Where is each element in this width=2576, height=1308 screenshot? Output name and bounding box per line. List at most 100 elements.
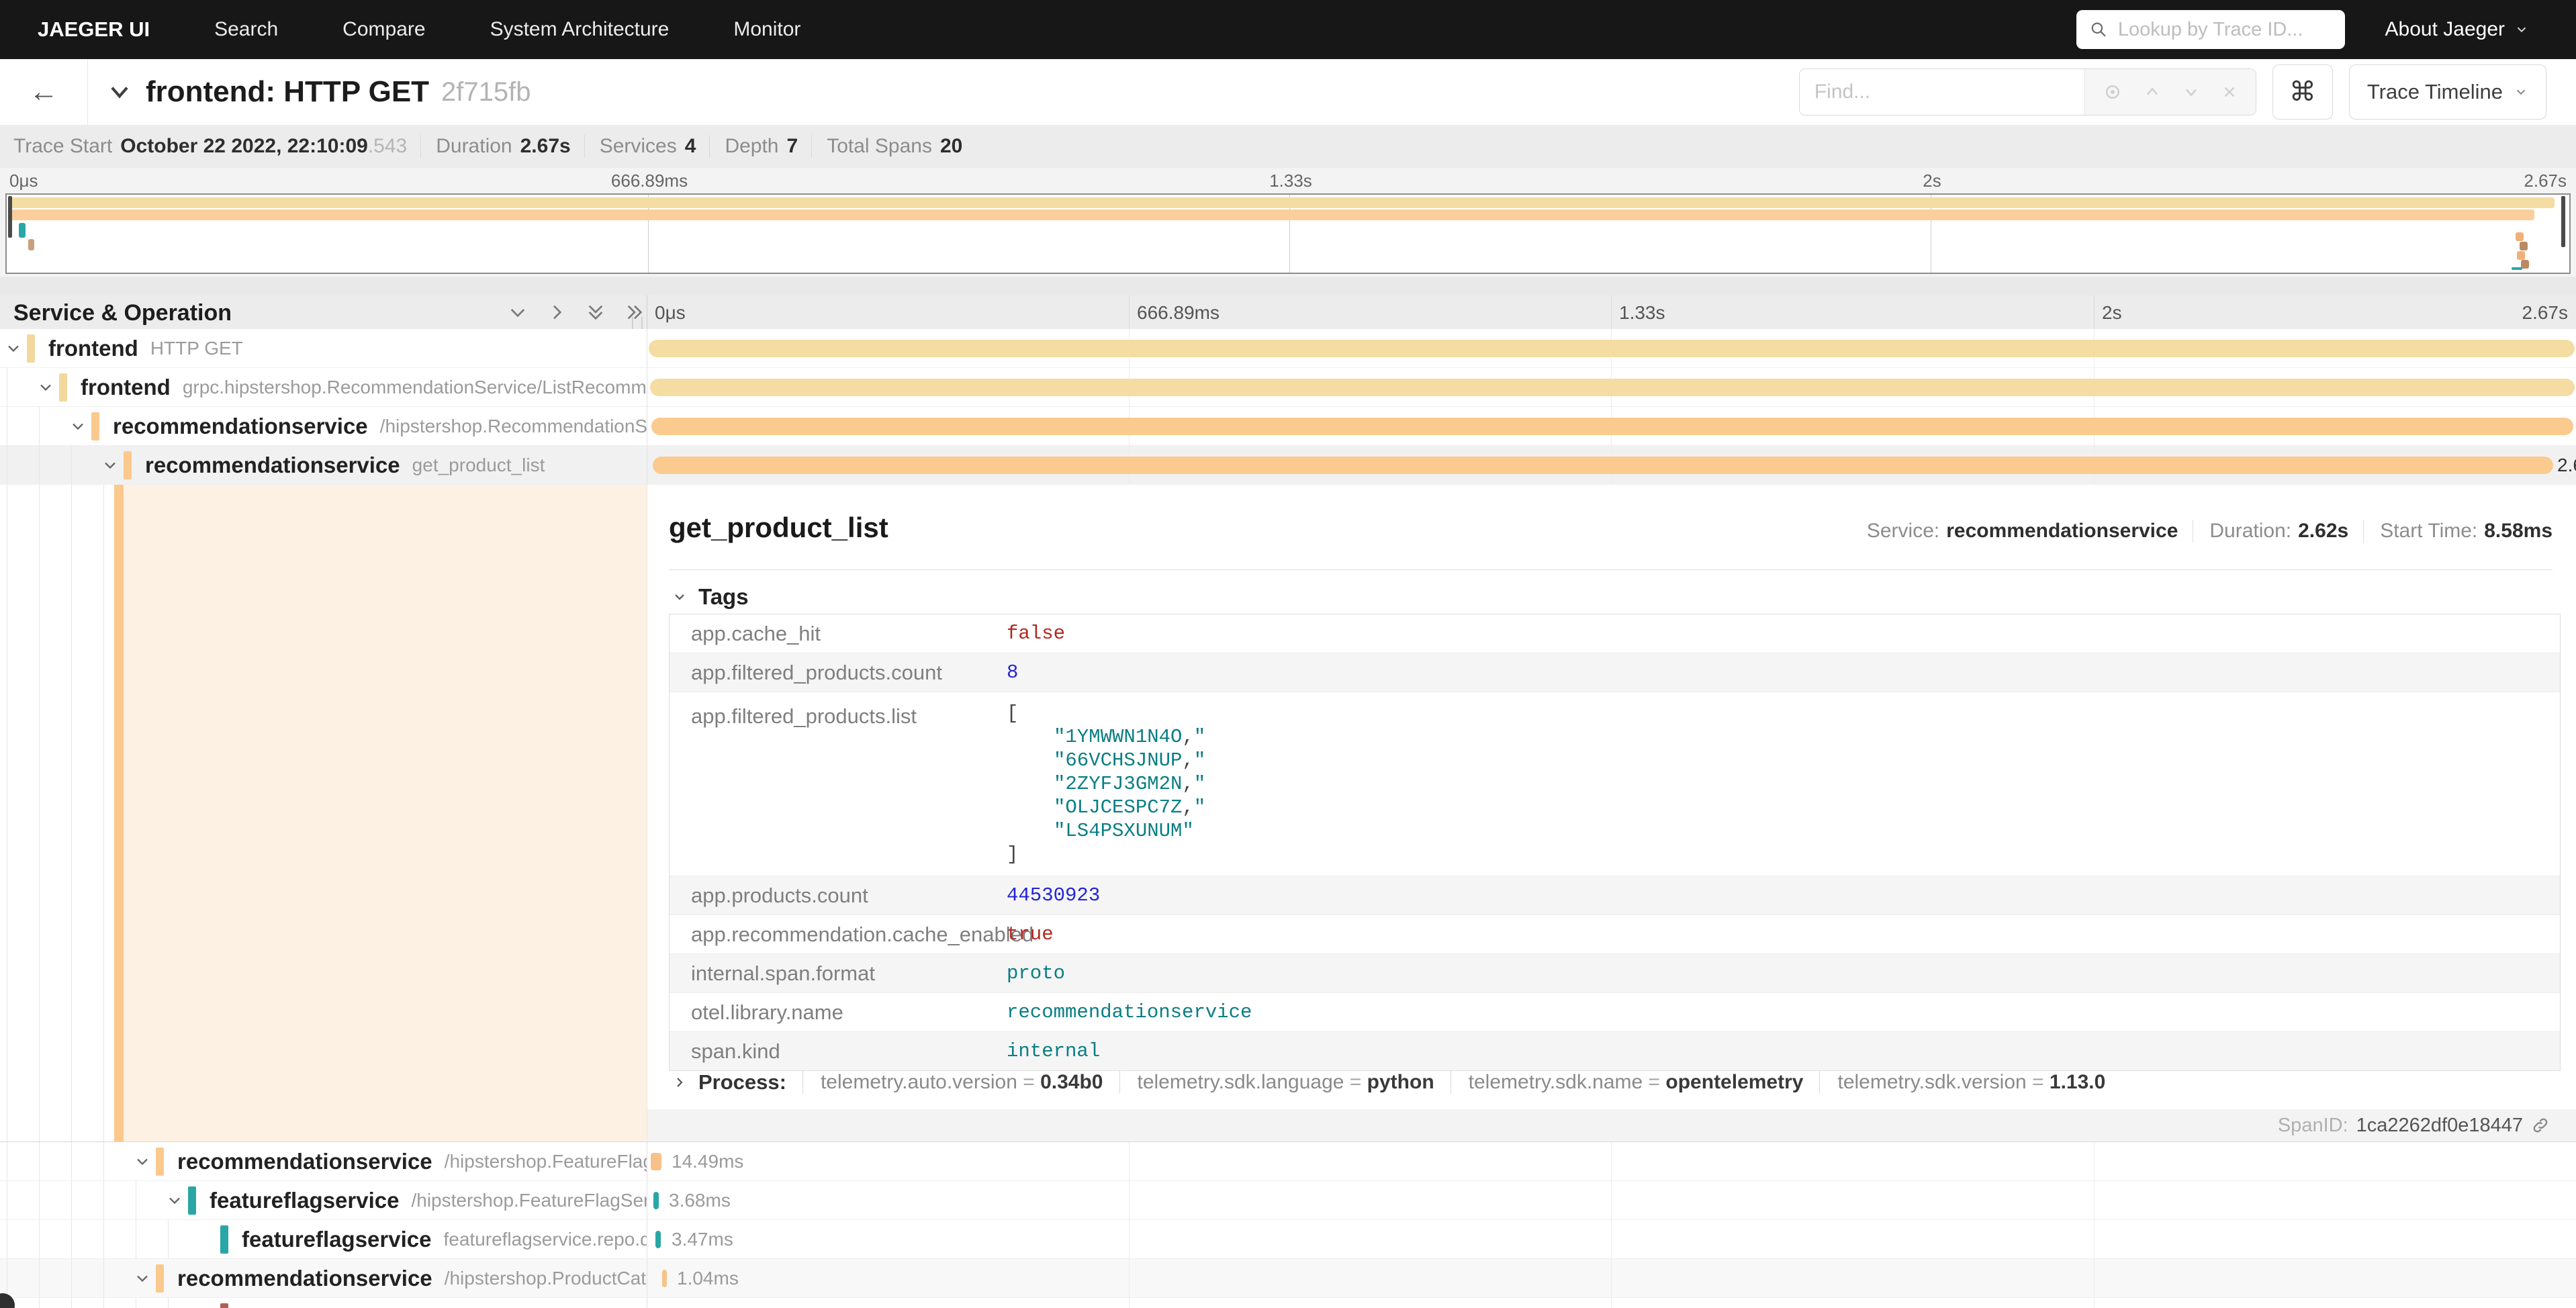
span-duration-bar[interactable]	[662, 1270, 667, 1287]
collapse-one-icon[interactable]	[507, 301, 528, 323]
minimap-tick-labels: 0μs 666.89ms 1.33s 2s 2.67s	[0, 168, 2576, 192]
span-duration-bar[interactable]	[650, 379, 2575, 396]
json-list-item: 1YMWWN1N4O	[1007, 725, 1205, 749]
chevron-down-icon[interactable]	[0, 339, 27, 358]
span-row-featureflag-repo-query[interactable]: featureflagservice featureflagservice.re…	[0, 1220, 2576, 1259]
chevron-down-icon[interactable]	[32, 378, 59, 397]
tags-section-toggle[interactable]: Tags	[672, 584, 749, 610]
operation-name: /hipstershop.RecommendationService/Lis..…	[380, 416, 647, 437]
span-timeline-cell[interactable]: 3.47ms	[647, 1220, 2576, 1258]
span-row-featureflag-rpc-client[interactable]: recommendationservice /hipstershop.Featu…	[0, 1142, 2576, 1181]
tags-table: app.cache_hit false app.filtered_product…	[669, 614, 2561, 1071]
tag-key: span.kind	[670, 1039, 1007, 1064]
process-section-toggle[interactable]: Process: telemetry.auto.version0.34b0 te…	[672, 1070, 2105, 1094]
span-row-frontend-http-get[interactable]: frontend HTTP GET	[0, 329, 2576, 368]
indent-guides	[0, 1142, 129, 1180]
timeline-tick: 1.33s	[1619, 302, 1665, 324]
timeline-tick: 666.89ms	[1137, 302, 1220, 324]
span-timeline-cell[interactable]: 1.04ms	[647, 1259, 2576, 1297]
span-operation-title: get_product_list	[669, 512, 888, 544]
json-list-item: OLJCESPC7Z	[1007, 796, 1205, 819]
collapse-all-icon[interactable]	[585, 301, 606, 323]
span-color-chip	[27, 334, 35, 363]
tag-key: app.cache_hit	[670, 622, 1007, 646]
span-duration-bar[interactable]	[651, 418, 2573, 435]
span-row-partial[interactable]	[0, 1298, 2576, 1308]
find-input[interactable]	[1800, 69, 2084, 115]
minimap-right-drag-handle[interactable]	[2561, 196, 2565, 247]
tag-value: true	[1007, 923, 1054, 945]
span-row-productcatalog-rpc[interactable]: recommendationservice /hipstershop.Produ…	[0, 1259, 2576, 1298]
chevron-down-icon[interactable]	[129, 1152, 156, 1171]
about-jaeger-menu[interactable]: About Jaeger	[2385, 18, 2529, 41]
span-duration-bar[interactable]	[653, 457, 2553, 474]
chevron-down-icon[interactable]	[129, 1269, 156, 1288]
span-duration-bar[interactable]	[649, 340, 2575, 357]
span-timeline-cell[interactable]	[647, 329, 2576, 367]
span-duration-bar[interactable]	[651, 1153, 661, 1170]
indent-guides	[0, 1259, 129, 1297]
tag-json-value: 1YMWWN1N4O 66VCHSJNUP 2ZYFJ3GM2N OLJCESP…	[1007, 702, 1205, 866]
brand-logo[interactable]: JAEGER UI	[38, 17, 150, 42]
services-label: Services	[600, 135, 677, 158]
nav-item-compare[interactable]: Compare	[342, 18, 425, 41]
tag-row: app.filtered_products.count 8	[670, 653, 2560, 692]
minimap-span-bar	[2516, 232, 2524, 241]
span-timeline-cell[interactable]	[647, 368, 2576, 406]
json-bracket	[1007, 702, 1205, 725]
span-duration-bar[interactable]	[655, 1231, 661, 1248]
span-row-get-product-list[interactable]: recommendationservice get_product_list 2…	[0, 446, 2576, 485]
service-name: featureflagservice	[242, 1227, 431, 1252]
chevron-down-icon[interactable]	[97, 456, 124, 475]
span-row-featureflag-rpc-server[interactable]: featureflagservice /hipstershop.FeatureF…	[0, 1181, 2576, 1220]
locate-icon[interactable]	[2103, 82, 2123, 102]
trace-id-lookup-input[interactable]	[2117, 18, 2332, 42]
keyboard-shortcuts-button[interactable]: ⌘	[2272, 64, 2333, 120]
span-row-frontend-grpc[interactable]: frontend grpc.hipstershop.Recommendation…	[0, 368, 2576, 407]
duration-label: Duration	[436, 135, 512, 158]
trace-id-lookup[interactable]	[2076, 10, 2345, 49]
collapse-trace-header-button[interactable]	[107, 79, 132, 105]
nav-item-search[interactable]: Search	[214, 18, 278, 41]
clear-find-icon[interactable]	[2221, 83, 2238, 101]
span-timeline-cell[interactable]	[647, 1298, 2576, 1308]
span-timeline-cell[interactable]: 14.49ms	[647, 1142, 2576, 1180]
span-timeline-cell[interactable]	[647, 407, 2576, 445]
find-next-icon[interactable]	[2182, 83, 2201, 101]
span-duration-bar[interactable]	[653, 1192, 659, 1209]
operation-name: get_product_list	[412, 455, 545, 476]
services-value: 4	[685, 135, 696, 158]
minimap-tick: 0μs	[9, 171, 38, 191]
span-color-chip	[91, 412, 99, 440]
trace-view-selector[interactable]: Trace Timeline	[2349, 64, 2546, 120]
link-icon[interactable]	[2531, 1116, 2550, 1135]
span-timeline-cell[interactable]: 2.62s	[647, 446, 2576, 484]
chevron-down-icon[interactable]	[161, 1191, 188, 1210]
json-list-item: LS4PSXUNUM	[1007, 819, 1205, 843]
service-stat: Service:recommendationservice	[1851, 520, 2178, 543]
span-color-chip	[59, 373, 67, 402]
operation-name: /hipstershop.FeatureFlagService/Ge...	[411, 1190, 647, 1211]
span-color-chip	[156, 1148, 164, 1176]
chevron-down-icon[interactable]	[64, 417, 91, 436]
expand-one-icon[interactable]	[546, 301, 567, 323]
back-button[interactable]: ←	[0, 59, 88, 125]
span-row-recommendation-rpc[interactable]: recommendationservice /hipstershop.Recom…	[0, 407, 2576, 446]
service-name: recommendationservice	[145, 453, 400, 478]
nav-item-system-architecture[interactable]: System Architecture	[490, 18, 670, 41]
minimap-canvas[interactable]	[5, 193, 2571, 274]
indent-guides	[0, 368, 32, 406]
process-attr: telemetry.auto.version0.34b0	[802, 1071, 1103, 1094]
detail-divider	[669, 569, 2552, 570]
find-prev-icon[interactable]	[2143, 83, 2162, 101]
depth-value: 7	[787, 135, 798, 158]
span-detail-panel: get_product_list Service:recommendations…	[647, 485, 2576, 1141]
span-timeline-cell[interactable]: 3.68ms	[647, 1181, 2576, 1219]
nav-item-monitor[interactable]: Monitor	[733, 18, 800, 41]
chevron-down-icon	[107, 79, 132, 105]
minimap-left-drag-handle[interactable]	[8, 196, 12, 238]
tag-row: app.products.count 44530923	[670, 876, 2560, 915]
service-operation-header: Service & Operation	[13, 300, 232, 326]
timeline-tick: 0μs	[655, 302, 686, 324]
span-name-cell: recommendationservice get_product_list	[0, 446, 647, 484]
